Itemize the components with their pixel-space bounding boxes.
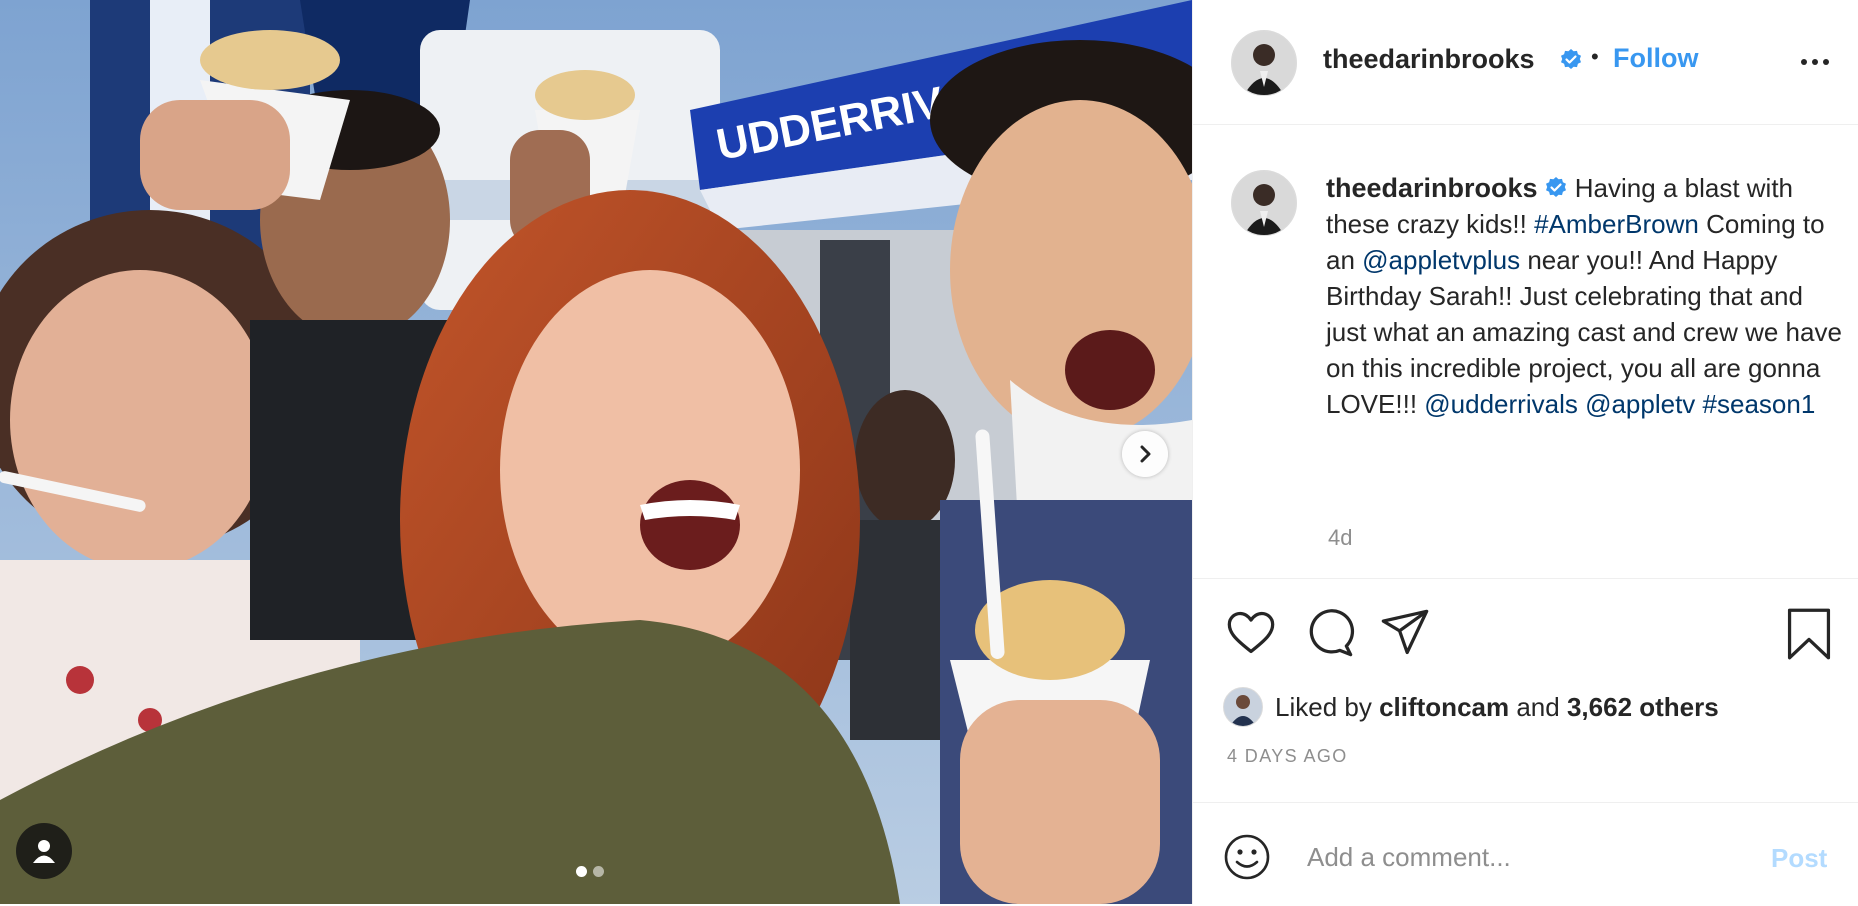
caption-username[interactable]: theedarinbrooks: [1326, 173, 1538, 203]
verified-badge-icon: [1545, 177, 1566, 197]
caption-section: theedarinbrooks Having a blast with thes…: [1193, 125, 1858, 577]
mention-link[interactable]: @appletvplus: [1362, 245, 1520, 275]
emoji-smiley-icon[interactable]: [1223, 833, 1271, 881]
avatar-image: [1232, 31, 1296, 95]
post-caption: theedarinbrooks Having a blast with thes…: [1326, 170, 1846, 422]
chevron-right-icon: [1140, 445, 1151, 463]
caption-author-avatar[interactable]: [1231, 170, 1297, 236]
liker-avatar[interactable]: [1223, 687, 1263, 727]
hashtag-link[interactable]: #AmberBrown: [1534, 209, 1699, 239]
tagged-users-button[interactable]: [16, 823, 72, 879]
liker-username[interactable]: cliftoncam: [1379, 692, 1509, 723]
author-avatar[interactable]: [1231, 30, 1297, 96]
more-options-icon[interactable]: [1795, 48, 1835, 76]
more-dot: [1801, 59, 1807, 65]
liked-by-and: and: [1516, 691, 1560, 722]
more-dot: [1812, 59, 1818, 65]
save-bookmark-icon[interactable]: [1785, 607, 1833, 661]
post-details-panel: theedarinbrooks • Follow theedarinbrooks: [1192, 0, 1858, 904]
share-direct-icon[interactable]: [1379, 607, 1431, 659]
mention-link[interactable]: @appletv: [1585, 389, 1695, 419]
avatar-image: [1232, 171, 1296, 235]
post-actions-section: Liked by cliftoncam and 3,662 others 4 D…: [1193, 578, 1858, 901]
post-comment-button[interactable]: Post: [1771, 843, 1827, 874]
hashtag-link[interactable]: #season1: [1703, 389, 1816, 419]
carousel-dot-active: [576, 866, 587, 877]
post-header: theedarinbrooks • Follow: [1193, 0, 1858, 125]
verified-badge-icon: [1561, 49, 1581, 69]
comment-icon[interactable]: [1303, 607, 1355, 659]
liked-by-prefix: Liked by: [1275, 691, 1372, 722]
likes-count[interactable]: 3,662 others: [1567, 692, 1719, 723]
author-username[interactable]: theedarinbrooks: [1323, 44, 1535, 75]
photo-illustration: UDDERRIVALS.CO: [0, 0, 1192, 904]
mention-link[interactable]: @udderrivals: [1424, 389, 1578, 419]
post-photo[interactable]: UDDERRIVALS.CO: [0, 0, 1192, 904]
carousel-next-button[interactable]: [1122, 431, 1168, 477]
more-dot: [1823, 59, 1829, 65]
carousel-dot: [593, 866, 604, 877]
user-icon: [33, 840, 55, 863]
comment-input[interactable]: [1305, 829, 1739, 885]
carousel-indicator: [576, 866, 604, 877]
relative-timestamp[interactable]: 4d: [1328, 525, 1352, 551]
comment-form: Post: [1193, 802, 1858, 906]
header-separator: •: [1591, 44, 1599, 69]
like-heart-icon[interactable]: [1225, 607, 1277, 659]
post-date[interactable]: 4 DAYS AGO: [1227, 746, 1348, 767]
avatar-image: [1224, 688, 1262, 726]
follow-button[interactable]: Follow: [1613, 43, 1698, 74]
likes-summary: Liked by cliftoncam and 3,662 others: [1223, 687, 1719, 727]
